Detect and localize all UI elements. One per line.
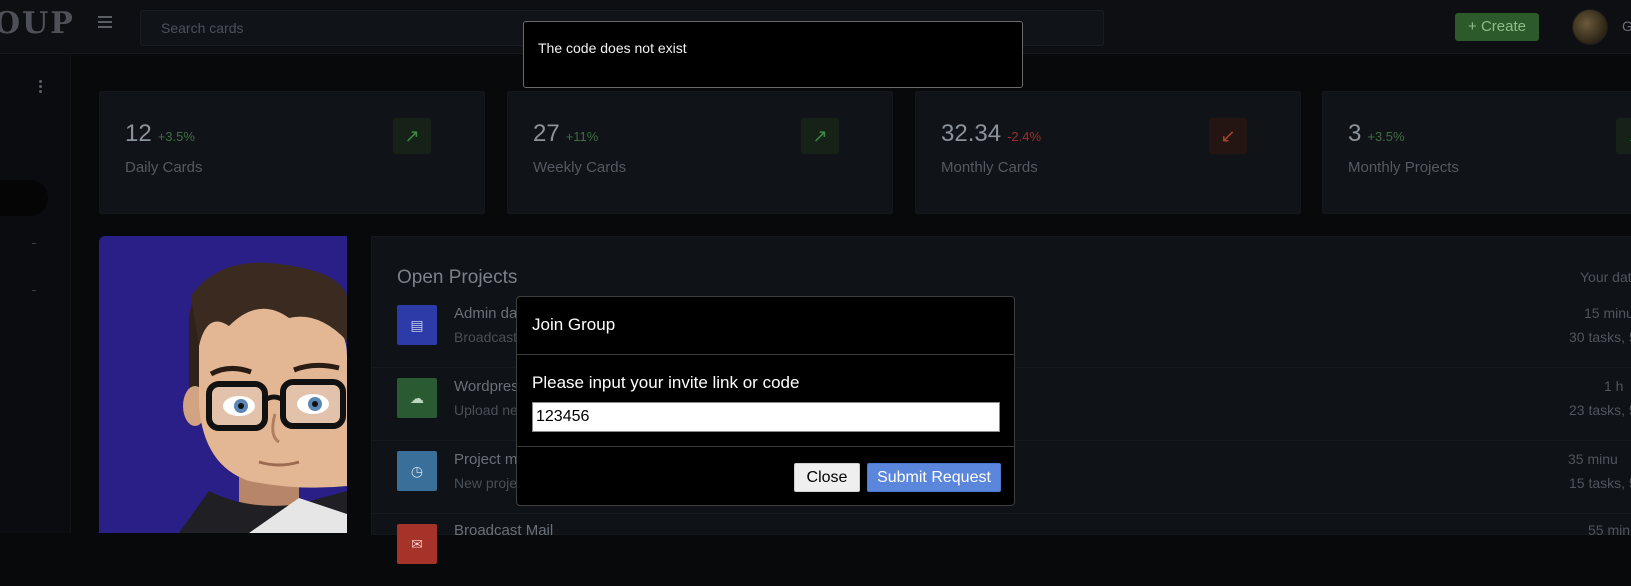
project-name: Wordpres [454, 378, 519, 395]
menu-toggle-icon[interactable] [98, 16, 112, 28]
project-time: 15 minu [1584, 305, 1631, 321]
stat-label: Monthly Cards [941, 159, 1038, 176]
invite-code-input[interactable] [532, 402, 1000, 432]
stat-change: -2.4% [1007, 129, 1042, 144]
project-tasks: 15 tasks, 5 [1569, 475, 1631, 491]
section-title: Open Projects [397, 267, 518, 288]
list-item[interactable]: ✉ Broadcast Mail 55 min [372, 513, 1631, 586]
project-name: Admin da [454, 305, 518, 322]
column-header: Your data [1580, 269, 1631, 285]
modal-footer-divider [517, 446, 1014, 447]
project-tasks: 23 tasks, 5 [1569, 402, 1631, 418]
sidebar-active-item[interactable] [0, 180, 48, 216]
arrow-up-right-icon: ↗ [1616, 118, 1631, 154]
modal-title: Join Group [532, 315, 616, 334]
join-group-modal: Join Group Please input your invite link… [516, 296, 1015, 506]
stat-label: Monthly Projects [1348, 159, 1459, 176]
sidebar [0, 54, 71, 533]
stat-change: +3.5% [157, 129, 195, 144]
project-name: Project m [454, 451, 518, 468]
stat-label: Daily Cards [125, 159, 203, 176]
user-name-initial[interactable]: G [1622, 18, 1631, 34]
project-time: 1 h [1604, 378, 1624, 394]
project-subtitle: Upload ne [454, 402, 518, 418]
error-toast: The code does not exist [523, 21, 1023, 88]
profile-avatar-illustration [179, 262, 347, 533]
arrow-up-right-icon: ↗ [801, 118, 839, 154]
stat-card-weekly: 27 +11% Weekly Cards ↗ [507, 91, 893, 214]
brand-logo[interactable]: OUP [0, 6, 75, 41]
stat-card-monthly: 32.34 -2.4% Monthly Cards ↙ [915, 91, 1301, 214]
arrow-up-right-icon: ↗ [393, 118, 431, 154]
project-tasks: 30 tasks, 5 [1569, 329, 1631, 345]
toast-message: The code does not exist [538, 40, 687, 56]
stat-change: +3.5% [1367, 129, 1405, 144]
stat-card-projects: 3+3.5% Monthly Projects ↗ [1322, 91, 1631, 214]
stat-change: +11% [565, 129, 599, 144]
sidebar-marker [32, 243, 36, 244]
create-button[interactable]: + Create [1455, 13, 1539, 41]
document-icon: ▤ [397, 305, 437, 345]
profile-card [99, 236, 347, 533]
stat-label: Weekly Cards [533, 159, 627, 176]
modal-header: Join Group [517, 297, 1014, 355]
stat-card-daily: 12 +3.5% Daily Cards ↗ [99, 91, 485, 214]
stat-value: 27 +11% [533, 120, 599, 147]
submit-request-button[interactable]: Submit Request [867, 463, 1001, 492]
project-subtitle: Broadcast [454, 329, 518, 345]
user-avatar[interactable] [1572, 9, 1608, 45]
stat-value: 3 +3.5% [1348, 120, 1405, 147]
project-name: Broadcast Mail [454, 522, 554, 539]
project-time: 55 min [1588, 522, 1631, 538]
project-time: 35 minu [1568, 451, 1618, 467]
project-subtitle: New proje [454, 475, 518, 491]
more-options-icon[interactable] [39, 80, 43, 95]
arrow-down-left-icon: ↙ [1209, 118, 1247, 154]
clock-icon: ◷ [397, 451, 437, 491]
mail-icon: ✉ [397, 524, 437, 564]
invite-code-label: Please input your invite link or code [532, 373, 800, 392]
stat-value: 32.34 -2.4% [941, 120, 1042, 147]
cloud-upload-icon: ☁ [397, 378, 437, 418]
close-button[interactable]: Close [794, 463, 860, 492]
stat-value: 12 +3.5% [125, 120, 195, 147]
sidebar-marker [32, 290, 36, 291]
